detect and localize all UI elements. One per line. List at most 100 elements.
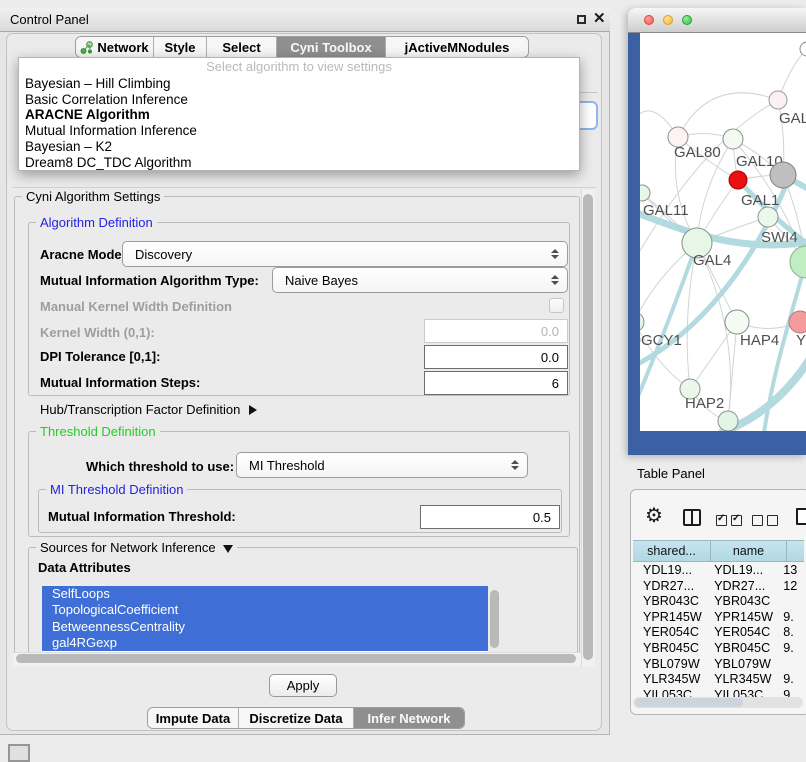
list-vscrollbar-thumb[interactable] [490, 590, 499, 648]
stepper-icon [511, 460, 519, 470]
network-node[interactable] [758, 207, 778, 227]
mi-threshold-label: Mutual Information Threshold: [48, 509, 236, 524]
minimized-panel-icon[interactable] [8, 744, 30, 762]
network-node[interactable] [770, 162, 796, 188]
network-node[interactable] [790, 246, 806, 278]
kernel-width-label: Kernel Width (0,1): [40, 325, 155, 340]
settings-vscrollbar-thumb[interactable] [583, 194, 593, 660]
tab-discretize-data[interactable]: Discretize Data [239, 708, 354, 728]
column-header-shared-name[interactable]: shared... [633, 541, 711, 561]
data-attribute-item[interactable]: SelfLoops [42, 586, 488, 602]
network-canvas[interactable]: GALGAL80GAL10GAL1GAL11SWI4GAL4GCY1HAP4YH… [640, 33, 806, 431]
dpi-tolerance-input[interactable]: 0.0 [424, 345, 568, 369]
mi-type-label: Mutual Information Algorithm Type: [40, 273, 259, 288]
tab-network[interactable]: Network [76, 37, 154, 57]
hidden-groupbox-edge [580, 92, 598, 93]
network-node[interactable] [640, 312, 644, 332]
column-header-name[interactable]: name [711, 541, 787, 561]
sources-legend[interactable]: Sources for Network Inference [36, 540, 237, 555]
which-threshold-value: MI Threshold [249, 458, 325, 473]
table-cell: YBL079W [633, 657, 707, 673]
network-node-label: GAL [779, 110, 806, 127]
table-hscrollbar-thumb[interactable] [635, 698, 743, 707]
network-node[interactable] [725, 310, 749, 334]
algorithm-option[interactable]: Bayesian – Hill Climbing [19, 76, 579, 92]
select-all-columns-icon[interactable] [716, 513, 746, 531]
table-cell: YLR345W [633, 672, 707, 688]
table-row[interactable]: YBR045CYBR045C9. [633, 641, 804, 657]
apply-button[interactable]: Apply [269, 674, 337, 697]
network-node[interactable] [718, 411, 738, 431]
tab-label: Network [97, 40, 148, 55]
table-cell: YLR345W [707, 672, 779, 688]
table-row[interactable]: YER054CYER054C8. [633, 625, 804, 641]
close-icon[interactable]: ✕ [593, 11, 606, 27]
table-cell: YDR27... [707, 579, 779, 595]
table-cell: YER054C [707, 625, 779, 641]
table-cell: YER054C [633, 625, 707, 641]
split-view-icon[interactable] [683, 509, 701, 526]
float-window-icon[interactable] [577, 15, 586, 24]
table-row[interactable]: YBR043CYBR043C [633, 594, 804, 610]
network-node-label: Y [796, 332, 806, 349]
table-cell: YBR043C [633, 594, 707, 610]
close-traffic-light-icon[interactable] [644, 15, 654, 25]
tab-label: Impute Data [156, 711, 230, 726]
deselect-all-columns-icon[interactable] [752, 513, 782, 531]
table-cell: 9. [779, 672, 804, 688]
network-node-label: GAL4 [693, 252, 731, 269]
algorithm-option[interactable]: Dream8 DC_TDC Algorithm [19, 155, 579, 171]
algorithm-definition-legend: Algorithm Definition [36, 215, 157, 230]
network-node-label: SWI4 [761, 229, 798, 246]
zoom-traffic-light-icon[interactable] [682, 15, 692, 25]
gear-icon[interactable]: ⚙ [645, 506, 663, 526]
table-cell: 9. [779, 610, 804, 626]
document-icon[interactable] [796, 508, 806, 525]
tab-jactivemnodules[interactable]: jActiveMNodules [386, 37, 528, 57]
network-node[interactable] [723, 129, 743, 149]
table-row[interactable]: YDR27...YDR27...12 [633, 579, 804, 595]
column-header-cropped[interactable] [787, 541, 804, 561]
tab-impute-data[interactable]: Impute Data [148, 708, 239, 728]
control-panel-titlebar[interactable] [0, 8, 610, 32]
stepper-icon [551, 249, 559, 259]
mi-type-select[interactable]: Naive Bayes [272, 267, 568, 293]
algorithm-option[interactable]: Basic Correlation Inference [19, 92, 579, 108]
data-attribute-item[interactable]: gal4RGexp [42, 635, 488, 651]
minimize-traffic-light-icon[interactable] [663, 15, 673, 25]
settings-hscrollbar-thumb[interactable] [16, 654, 576, 663]
nodes-layer: GALGAL80GAL10GAL1GAL11SWI4GAL4GCY1HAP4YH… [640, 42, 806, 431]
network-node[interactable] [789, 311, 806, 333]
data-attribute-item[interactable]: BetweennessCentrality [42, 619, 488, 635]
tab-select[interactable]: Select [207, 37, 277, 57]
mi-threshold-input[interactable]: 0.5 [420, 505, 560, 529]
manual-kernel-checkbox[interactable] [549, 298, 564, 313]
mi-steps-input[interactable]: 6 [424, 371, 568, 395]
tab-style[interactable]: Style [154, 37, 207, 57]
network-node[interactable] [800, 42, 806, 56]
manual-kernel-label: Manual Kernel Width Definition [40, 299, 232, 314]
algorithm-option[interactable]: Mutual Information Inference [19, 123, 579, 139]
table-row[interactable]: YBL079WYBL079W [633, 657, 804, 673]
data-attributes-label: Data Attributes [38, 560, 131, 575]
hub-definition-toggle[interactable]: Hub/Transcription Factor Definition [40, 402, 257, 417]
tab-infer-network[interactable]: Infer Network [354, 708, 464, 728]
which-threshold-select[interactable]: MI Threshold [236, 452, 528, 478]
table-row[interactable]: YLR345WYLR345W9. [633, 672, 804, 688]
tab-cyni-toolbox[interactable]: Cyni Toolbox [277, 37, 386, 57]
network-node[interactable] [729, 171, 747, 189]
aracne-mode-select[interactable]: Discovery [122, 241, 568, 267]
table-row[interactable]: YIL053CYIL053C9. [633, 688, 804, 697]
algorithm-option[interactable]: ARACNE Algorithm [19, 107, 579, 123]
data-attribute-item[interactable]: TopologicalCoefficient [42, 602, 488, 618]
table-header-row: shared... name [633, 540, 804, 562]
network-window-titlebar[interactable] [628, 8, 806, 33]
mi-steps-label: Mutual Information Steps: [40, 375, 200, 390]
network-node[interactable] [769, 91, 787, 109]
tab-label: jActiveMNodules [405, 40, 510, 55]
kernel-width-input[interactable]: 0.0 [424, 319, 568, 343]
algorithm-option[interactable]: Bayesian – K2 [19, 139, 579, 155]
table-row[interactable]: YDL19...YDL19...13 [633, 563, 804, 579]
table-row[interactable]: YPR145WYPR145W9. [633, 610, 804, 626]
which-threshold-label: Which threshold to use: [86, 459, 234, 474]
